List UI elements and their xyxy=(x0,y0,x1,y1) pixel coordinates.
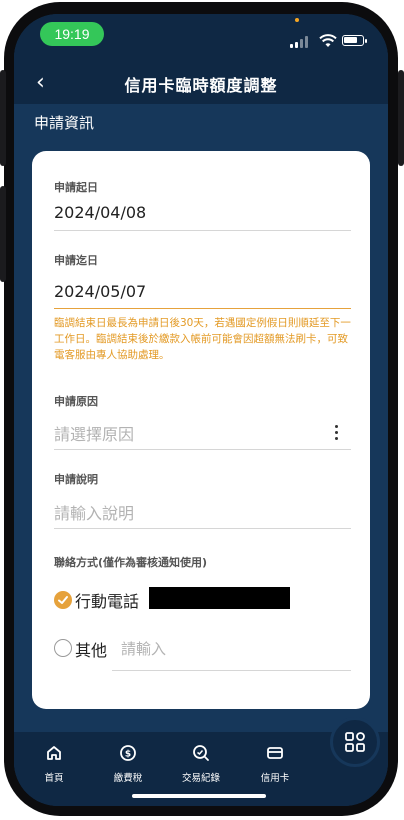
mobile-radio-checked-icon[interactable] xyxy=(54,591,72,609)
nav-label-transactions: 交易紀錄 xyxy=(181,773,220,784)
nav-item-credit-card[interactable]: 信用卡 xyxy=(245,744,305,784)
cellular-signal-icon xyxy=(290,36,312,48)
svg-text:$: $ xyxy=(125,750,131,760)
wifi-icon xyxy=(319,34,337,47)
phone-side-button-right xyxy=(398,70,404,166)
nav-label-credit-card: 信用卡 xyxy=(260,773,290,784)
nav-item-transactions[interactable]: 交易紀錄 xyxy=(171,744,231,784)
start-date-label: 申請起日 xyxy=(54,181,98,194)
redacted-phone-number xyxy=(149,587,290,609)
phone-side-button-left xyxy=(0,70,6,166)
application-form-card: 申請起日 2024/04/08 申請迄日 2024/05/07 臨調結束日最長為… xyxy=(32,151,370,709)
other-radio-icon[interactable] xyxy=(54,639,72,657)
other-input-underline xyxy=(112,670,351,671)
app-header: ‹ 信用卡臨時額度調整 xyxy=(14,62,388,104)
nav-label-home: 首頁 xyxy=(44,773,64,784)
search-history-icon xyxy=(193,745,209,761)
status-time: 19:19 xyxy=(40,22,104,46)
battery-tip xyxy=(365,39,367,43)
end-date-field[interactable]: 2024/05/07 xyxy=(54,282,146,301)
start-date-field[interactable]: 2024/04/08 xyxy=(54,203,146,222)
nav-item-payment[interactable]: $ 繳費稅 xyxy=(98,744,158,784)
battery-icon xyxy=(342,35,364,46)
mobile-radio-label[interactable]: 行動電話 xyxy=(75,588,139,612)
other-contact-input[interactable]: 請輸入 xyxy=(121,638,166,659)
description-input[interactable]: 請輸入說明 xyxy=(54,500,134,524)
status-bar: 19:19 xyxy=(14,14,388,62)
description-underline xyxy=(54,528,351,529)
credit-card-icon xyxy=(267,747,283,759)
grid-menu-icon xyxy=(345,732,365,752)
privacy-indicator-dot xyxy=(295,18,299,22)
app-screen: 19:19 ‹ 信用卡臨時額度調整 申請資訊 申請起日 2024/04/08 申… xyxy=(14,14,388,806)
end-date-label: 申請迄日 xyxy=(54,254,98,267)
section-title: 申請資訊 xyxy=(34,114,95,132)
other-radio-label[interactable]: 其他 xyxy=(75,637,107,661)
phone-side-button-left-lower xyxy=(0,186,6,282)
home-icon xyxy=(47,746,61,760)
home-indicator[interactable] xyxy=(132,794,266,798)
more-vertical-icon[interactable] xyxy=(335,425,339,441)
start-date-underline xyxy=(54,230,351,231)
reason-select[interactable]: 請選擇原因 xyxy=(54,421,134,445)
reason-label: 申請原因 xyxy=(54,395,98,408)
reason-underline xyxy=(54,449,351,450)
nav-item-home[interactable]: 首頁 xyxy=(24,744,84,784)
nav-label-payment: 繳費稅 xyxy=(113,773,143,784)
description-label: 申請說明 xyxy=(54,473,98,486)
end-date-notice: 臨調結束日最長為申請日後30天，若遇國定例假日則順延至下一工作日。臨調結束後於繳… xyxy=(54,317,351,361)
end-date-underline xyxy=(54,308,351,309)
dollar-coin-icon: $ xyxy=(120,745,136,761)
contact-label: 聯絡方式(僅作為審核通知使用) xyxy=(54,556,208,569)
menu-grid-button[interactable] xyxy=(330,717,380,767)
page-title: 信用卡臨時額度調整 xyxy=(124,76,278,95)
